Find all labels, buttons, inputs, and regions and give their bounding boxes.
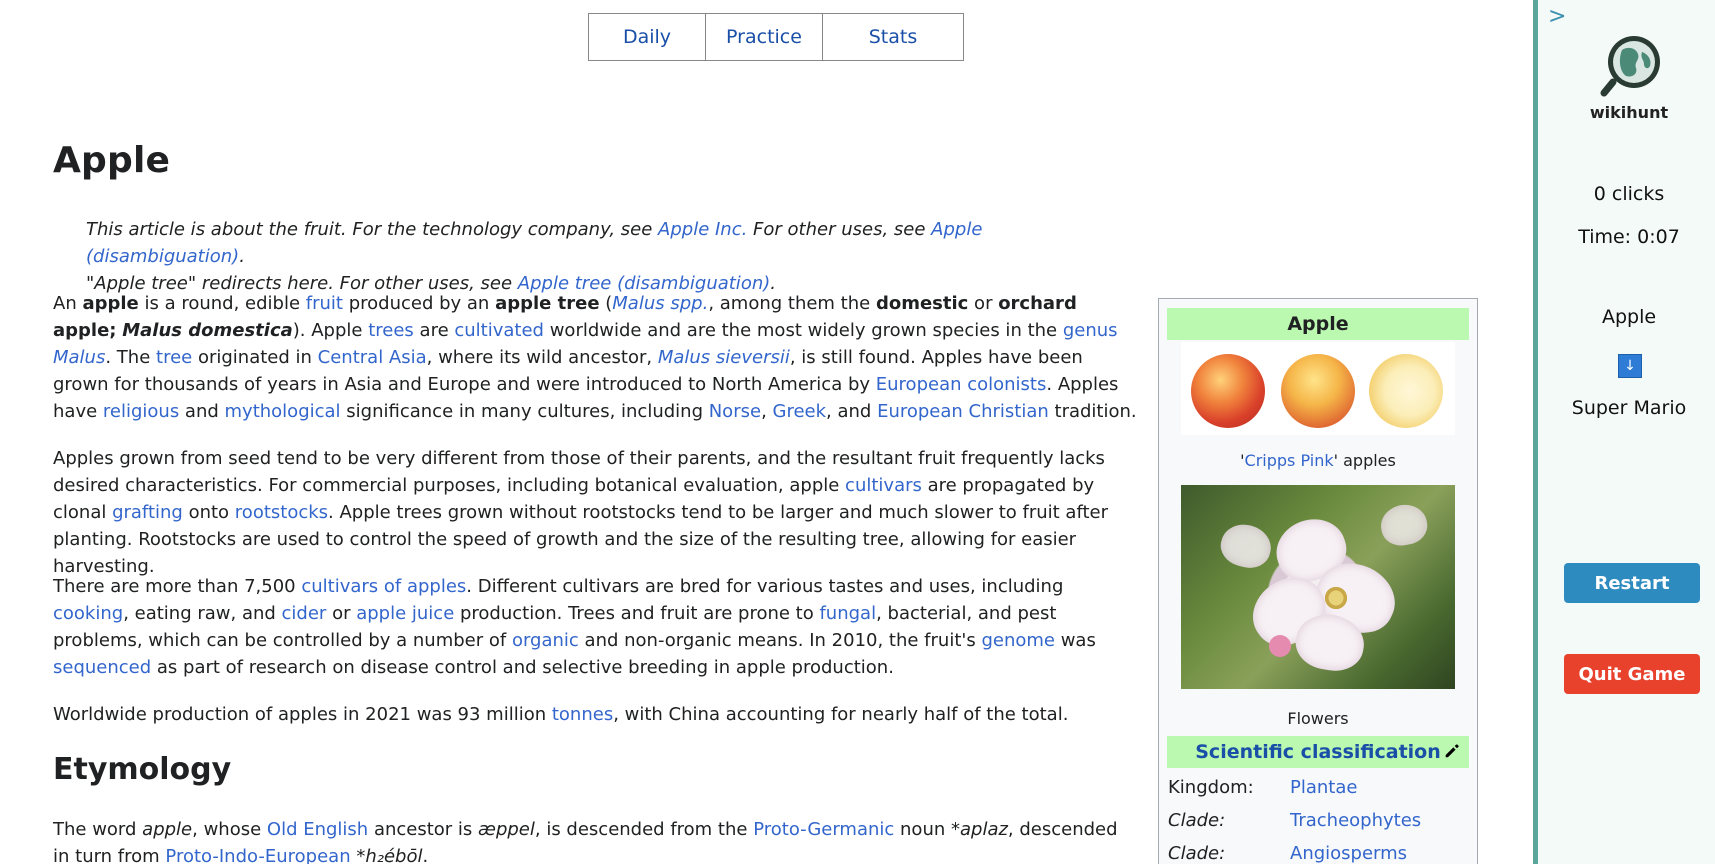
link-apple-juice[interactable]: apple juice — [356, 603, 454, 624]
link-apple-inc[interactable]: Apple Inc. — [658, 219, 747, 240]
link-trees[interactable]: trees — [368, 320, 414, 341]
link-rootstocks[interactable]: rootstocks — [235, 502, 328, 523]
link-european-christian[interactable]: European Christian — [877, 401, 1049, 422]
link-malus-spp[interactable]: Malus spp. — [612, 293, 708, 314]
link-cripps-pink[interactable]: Cripps Pink — [1245, 451, 1334, 470]
taxonomy-row-clade: Clade: Tracheophytes — [1168, 810, 1422, 831]
link-proto-germanic[interactable]: Proto-Germanic — [753, 819, 894, 840]
link-cultivars-of-apples[interactable]: cultivars of apples — [301, 576, 466, 597]
hatnote-line-1: This article is about the fruit. For the… — [86, 219, 983, 267]
target-article: Super Mario — [1571, 397, 1687, 419]
taxonomy-row-clade: Clade: Angiosperms — [1168, 843, 1408, 864]
collapse-sidebar-toggle[interactable]: > — [1548, 4, 1566, 29]
flower-bud — [1269, 635, 1291, 657]
link-greek[interactable]: Greek — [773, 401, 827, 422]
flower-petal — [1216, 519, 1276, 573]
start-article: Apple — [1601, 306, 1657, 328]
link-angiosperms[interactable]: Angiosperms — [1290, 843, 1407, 864]
link-tonnes[interactable]: tonnes — [552, 704, 613, 725]
hatnote: This article is about the fruit. For the… — [86, 216, 1136, 297]
link-old-english[interactable]: Old English — [267, 819, 368, 840]
taxonomy-row-kingdom: Kingdom: Plantae — [1168, 777, 1358, 798]
image-caption-cripps-pink: 'Cripps Pink' apples — [1240, 451, 1396, 470]
quit-game-button[interactable]: Quit Game — [1564, 654, 1700, 694]
page-title: Apple — [53, 140, 171, 181]
tab-practice[interactable]: Practice — [706, 14, 823, 60]
link-mythological[interactable]: mythological — [225, 401, 341, 422]
image-caption-flowers: Flowers — [1287, 709, 1349, 728]
link-norse[interactable]: Norse — [709, 401, 761, 422]
link-scientific-classification[interactable]: Scientific classification — [1195, 741, 1441, 763]
section-heading-etymology: Etymology — [53, 752, 232, 787]
link-malus-sieversii[interactable]: Malus sieversii — [658, 347, 790, 368]
link-malus[interactable]: Malus — [53, 347, 105, 368]
link-fungal[interactable]: fungal — [819, 603, 876, 624]
apple-image-3 — [1369, 354, 1443, 428]
paragraph-intro: An apple is a round, edible fruit produc… — [53, 293, 1137, 422]
link-genus[interactable]: genus — [1063, 320, 1118, 341]
apple-image-2 — [1281, 354, 1355, 428]
link-plantae[interactable]: Plantae — [1290, 777, 1357, 798]
link-cooking[interactable]: cooking — [53, 603, 123, 624]
infobox-title: Apple — [1167, 308, 1469, 340]
link-tree[interactable]: tree — [156, 347, 192, 368]
link-organic[interactable]: organic — [512, 630, 579, 651]
link-fruit[interactable]: fruit — [306, 293, 343, 314]
apples-image[interactable] — [1181, 342, 1455, 435]
wikihunt-logo-icon — [1600, 36, 1660, 97]
paragraph-production: Worldwide production of apples in 2021 w… — [53, 704, 1069, 725]
link-grafting[interactable]: grafting — [112, 502, 183, 523]
game-sidebar: > wikihunt 0 clicks Time: 0:07 Apple ↓ S… — [1533, 0, 1715, 864]
flowers-image[interactable] — [1181, 485, 1455, 689]
timer: Time: 0:07 — [1578, 226, 1680, 248]
tab-stats[interactable]: Stats — [823, 14, 963, 60]
arrow-down-icon: ↓ — [1618, 354, 1642, 378]
link-proto-indo-european[interactable]: Proto-Indo-European — [165, 846, 350, 864]
scientific-classification-header: Scientific classification — [1167, 736, 1469, 768]
link-cultivars[interactable]: cultivars — [845, 475, 922, 496]
brand-name: wikihunt — [1589, 103, 1669, 122]
flower-stamens — [1323, 585, 1349, 611]
infobox: Apple 'Cripps Pink' apples Flowers Scien… — [1158, 298, 1478, 864]
click-counter: 0 clicks — [1593, 183, 1665, 205]
top-nav: Daily Practice Stats — [588, 13, 964, 61]
link-religious[interactable]: religious — [103, 401, 179, 422]
link-cider[interactable]: cider — [282, 603, 327, 624]
paragraph-cultivars: There are more than 7,500 cultivars of a… — [53, 576, 1096, 678]
tab-daily[interactable]: Daily — [589, 14, 706, 60]
link-central-asia[interactable]: Central Asia — [318, 347, 427, 368]
paragraph-etymology: The word apple, whose Old English ancest… — [53, 816, 1138, 864]
link-sequenced[interactable]: sequenced — [53, 657, 151, 678]
pencil-icon[interactable] — [1443, 742, 1461, 760]
link-cultivated[interactable]: cultivated — [454, 320, 544, 341]
link-genome[interactable]: genome — [981, 630, 1055, 651]
paragraph-propagation: Apples grown from seed tend to be very d… — [53, 448, 1108, 577]
link-european-colonists[interactable]: European colonists — [876, 374, 1047, 395]
link-tracheophytes[interactable]: Tracheophytes — [1290, 810, 1421, 831]
restart-button[interactable]: Restart — [1564, 563, 1700, 603]
flower-petal — [1377, 501, 1431, 549]
apple-image-1 — [1191, 354, 1265, 428]
article-panel: Daily Practice Stats Apple This article … — [0, 0, 1530, 864]
